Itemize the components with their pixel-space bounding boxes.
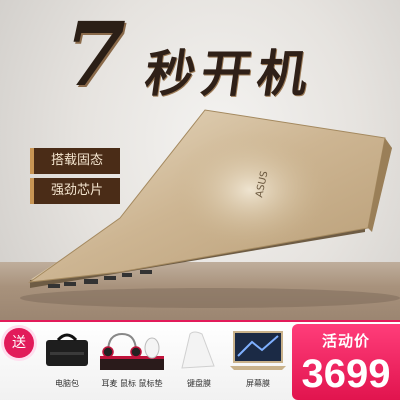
gift-badge: 送 <box>4 328 34 358</box>
laptop-bag-icon <box>46 333 88 366</box>
keyboard-film-icon <box>181 331 215 369</box>
feature-tag-ssd: 搭载固态 <box>30 148 120 174</box>
screen-film-icon <box>230 331 286 370</box>
headset-mouse-pad-icon <box>100 332 164 370</box>
accessory-label: 电脑包 <box>55 379 79 388</box>
accessory-keyboard-film[interactable]: 键盘膜 <box>172 328 226 389</box>
price-label: 活动价 <box>321 332 370 350</box>
accessory-label: 耳麦 鼠标 鼠标垫 <box>101 379 163 388</box>
product-banner: 7 秒开机 ASUS 搭载固态 强劲芯片 送 电脑包 耳麦 鼠标 鼠标垫 键盘膜… <box>0 0 400 400</box>
accessory-screen-film[interactable]: 屏幕膜 <box>228 328 288 389</box>
price-box[interactable]: 活动价 3699 <box>292 324 400 400</box>
accessory-headset-mouse-pad[interactable]: 耳麦 鼠标 鼠标垫 <box>96 328 168 389</box>
accessory-label: 键盘膜 <box>187 379 211 388</box>
price-value: 3699 <box>301 352 391 396</box>
feature-tag-chip: 强劲芯片 <box>30 178 120 204</box>
accessory-label: 屏幕膜 <box>246 379 270 388</box>
accessory-bag[interactable]: 电脑包 <box>40 328 94 389</box>
promo-panel: 送 电脑包 耳麦 鼠标 鼠标垫 键盘膜 屏幕膜 活动价 3699 <box>0 320 400 400</box>
